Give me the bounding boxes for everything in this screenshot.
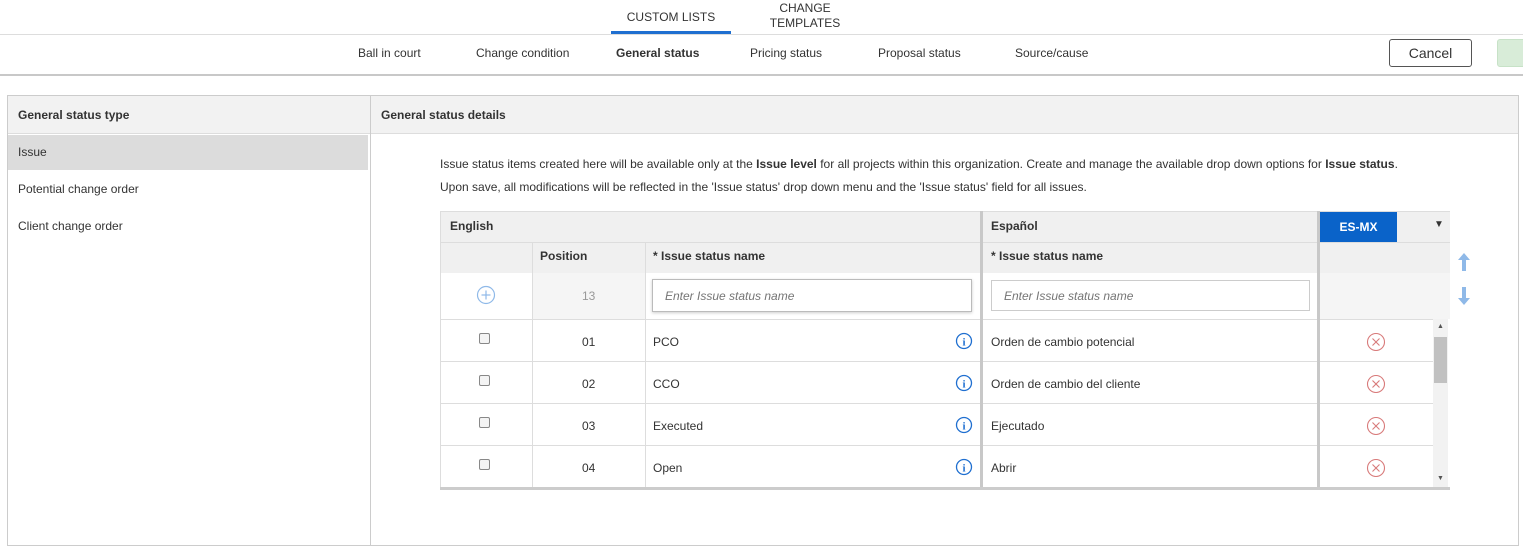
description-bold-issue-status: Issue status	[1325, 157, 1395, 171]
grid-scrollbar[interactable]: ▲ ▼	[1433, 319, 1448, 487]
type-item-issue[interactable]: Issue	[8, 135, 368, 170]
tab-change-templates[interactable]: CHANGE TEMPLATES	[755, 1, 855, 31]
row-checkbox[interactable]	[479, 375, 490, 386]
type-item-client-change-order[interactable]: Client change order	[8, 209, 368, 244]
svg-text:i: i	[962, 421, 965, 433]
general-status-type-title: General status type	[8, 96, 370, 134]
row-status-name[interactable]: CCO	[653, 377, 680, 391]
add-icon[interactable]	[476, 285, 496, 305]
type-item-potential-change-order[interactable]: Potential change order	[8, 172, 368, 207]
english-group-header: English	[440, 211, 980, 242]
col-divider	[532, 242, 533, 489]
tab-custom-lists[interactable]: CUSTOM LISTS	[611, 10, 731, 34]
row-checkbox[interactable]	[479, 417, 490, 428]
description-text: .	[1394, 157, 1398, 171]
description-text: Issue status items created here will be …	[440, 157, 757, 171]
row-status-name-es[interactable]: Abrir	[991, 461, 1016, 475]
row-status-name[interactable]: Open	[653, 461, 682, 475]
column-header-row	[440, 242, 1450, 273]
cancel-button[interactable]: Cancel	[1389, 39, 1472, 67]
delete-icon[interactable]	[1366, 416, 1386, 436]
spanish-group-header: Español	[982, 211, 1319, 242]
info-icon[interactable]: i	[955, 332, 973, 350]
tab-change-templates-label-line1: CHANGE	[779, 1, 831, 15]
row-position: 02	[582, 377, 596, 391]
move-up-icon[interactable]	[1456, 251, 1472, 273]
delete-icon[interactable]	[1366, 332, 1386, 352]
new-row-position: 13	[582, 289, 596, 303]
description-line-2: Upon save, all modifications will be ref…	[440, 180, 1087, 194]
scroll-up-icon[interactable]: ▲	[1437, 323, 1444, 330]
row-checkbox[interactable]	[479, 459, 490, 470]
description-text: for all projects within this organizatio…	[816, 157, 1326, 171]
general-status-type-panel: General status type Issue Potential chan…	[7, 95, 371, 546]
grid-left-border	[440, 211, 441, 489]
new-row-locale-cell	[1320, 273, 1450, 319]
col-divider-locale	[1317, 211, 1320, 489]
subtabs-divider	[0, 74, 1523, 76]
info-icon[interactable]: i	[955, 416, 973, 434]
top-tabs-divider	[0, 34, 1523, 35]
general-status-details-title: General status details	[371, 96, 1518, 134]
col-position-header: Position	[540, 249, 588, 263]
row-status-name-es[interactable]: Ejecutado	[991, 419, 1044, 433]
col-name-es-header: * Issue status name	[991, 249, 1104, 263]
save-button[interactable]	[1497, 39, 1523, 67]
locale-dropdown-icon[interactable]: ▼	[1434, 219, 1444, 230]
row-status-name-es[interactable]: Orden de cambio del cliente	[991, 377, 1140, 391]
row-divider	[440, 361, 1433, 362]
description-line-1: Issue status items created here will be …	[440, 157, 1398, 171]
row-position: 03	[582, 419, 596, 433]
row-status-name[interactable]: PCO	[653, 335, 679, 349]
svg-text:i: i	[962, 379, 965, 391]
delete-icon[interactable]	[1366, 458, 1386, 478]
row-divider	[440, 319, 1433, 320]
scrollbar-thumb[interactable]	[1434, 337, 1447, 383]
move-down-icon[interactable]	[1456, 285, 1472, 307]
row-divider	[440, 403, 1433, 404]
svg-text:i: i	[962, 337, 965, 349]
subtab-general-status[interactable]: General status	[616, 46, 699, 60]
row-status-name-es[interactable]: Orden de cambio potencial	[991, 335, 1134, 349]
info-icon[interactable]: i	[955, 374, 973, 392]
description-bold-issue-level: Issue level	[756, 157, 817, 171]
subtab-pricing-status[interactable]: Pricing status	[750, 46, 822, 60]
row-status-name[interactable]: Executed	[653, 419, 703, 433]
row-position: 01	[582, 335, 596, 349]
row-position: 04	[582, 461, 596, 475]
locale-badge[interactable]: ES-MX	[1320, 212, 1397, 242]
col-divider-language	[980, 211, 983, 489]
subtab-proposal-status[interactable]: Proposal status	[878, 46, 961, 60]
delete-icon[interactable]	[1366, 374, 1386, 394]
new-status-name-en-input[interactable]	[652, 279, 972, 312]
subtab-source-cause[interactable]: Source/cause	[1015, 46, 1088, 60]
col-divider	[645, 242, 646, 489]
subtab-change-condition[interactable]: Change condition	[476, 46, 569, 60]
svg-text:i: i	[962, 463, 965, 475]
grid-bottom-border	[440, 487, 1450, 490]
row-divider	[440, 445, 1433, 446]
tab-custom-lists-label: CUSTOM LISTS	[626, 10, 716, 24]
scroll-down-icon[interactable]: ▼	[1437, 475, 1444, 482]
row-checkbox[interactable]	[479, 333, 490, 344]
new-status-name-es-input[interactable]	[991, 280, 1310, 311]
col-name-en-header: * Issue status name	[653, 249, 766, 263]
info-icon[interactable]: i	[955, 458, 973, 476]
subtab-ball-in-court[interactable]: Ball in court	[358, 46, 421, 60]
tab-change-templates-label-line2: TEMPLATES	[769, 16, 841, 30]
issue-status-grid: English Español ES-MX ▼ Position * Issue…	[440, 211, 1450, 491]
